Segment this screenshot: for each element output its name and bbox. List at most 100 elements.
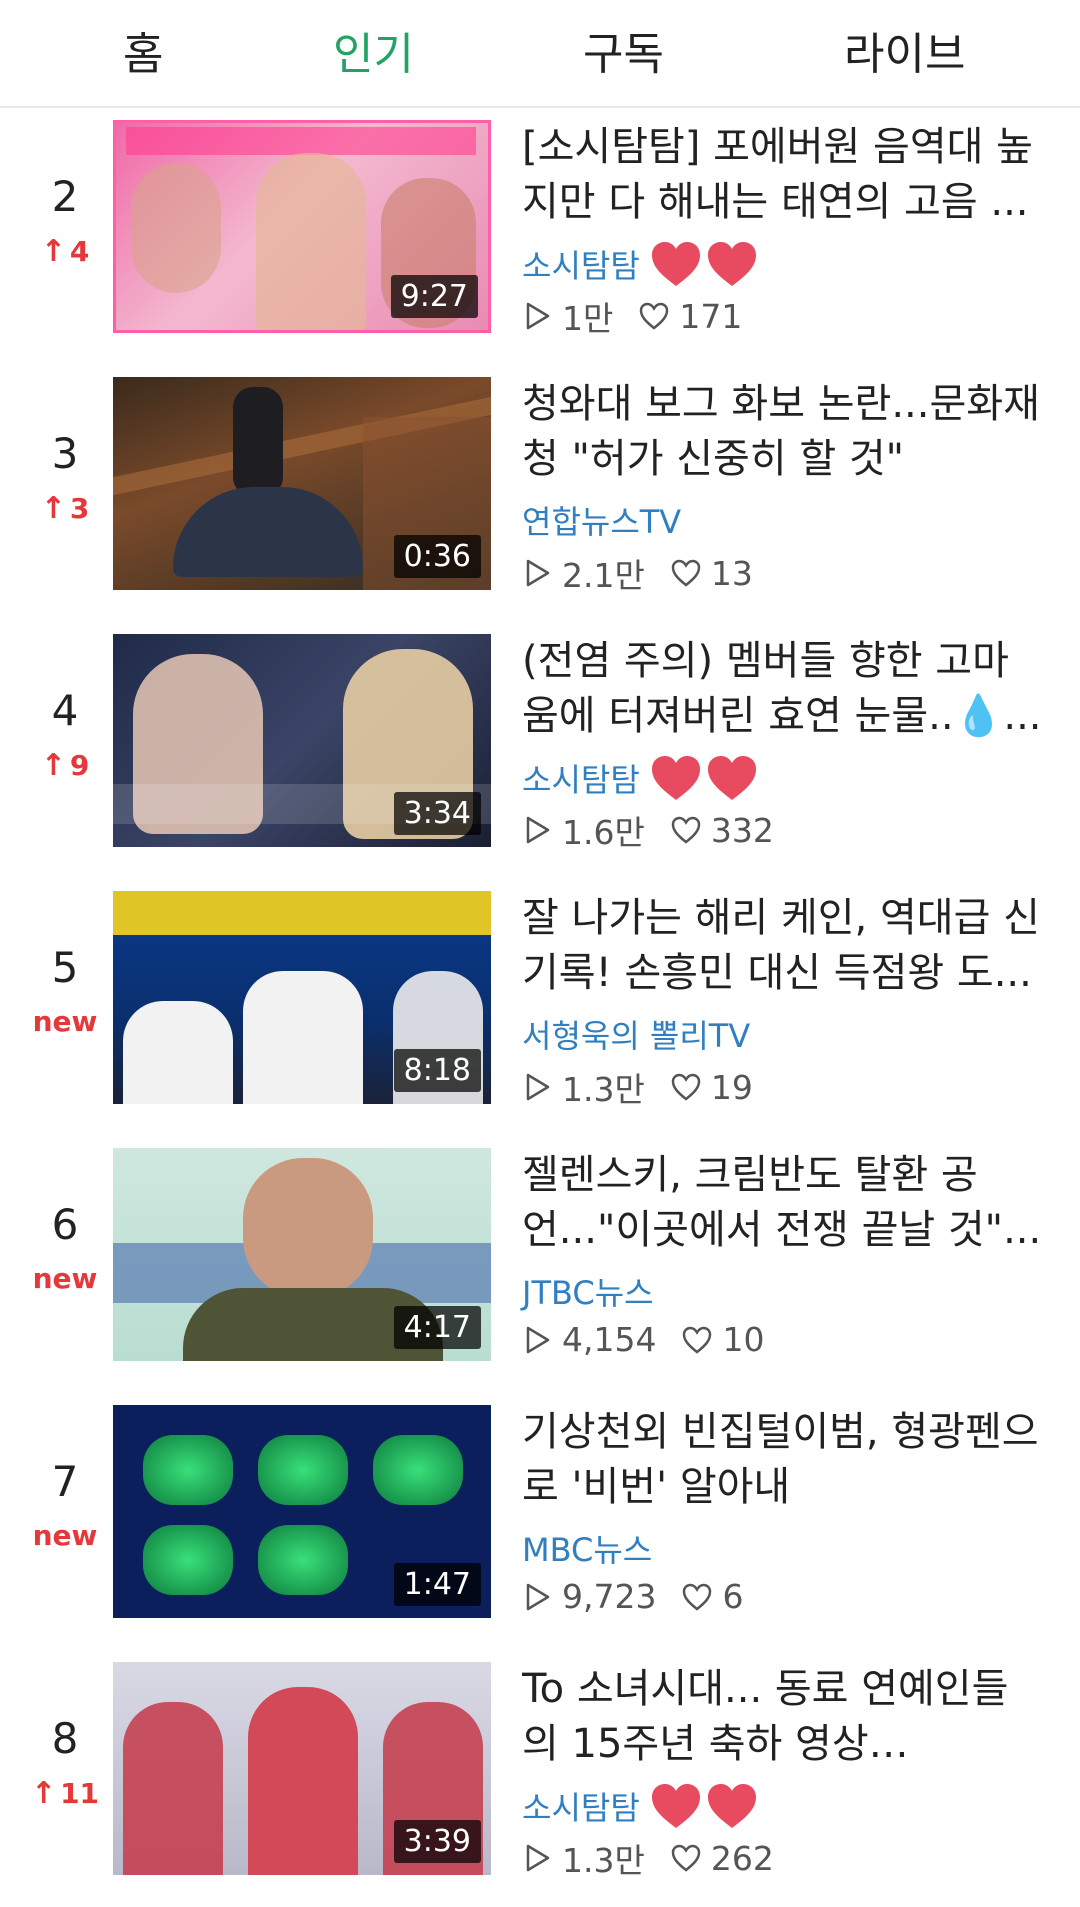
rank-change-value: new bbox=[32, 1262, 98, 1295]
video-thumbnail[interactable]: 3:34 bbox=[113, 634, 491, 847]
video-duration: 1:47 bbox=[393, 1563, 481, 1606]
heart-icon bbox=[651, 242, 700, 286]
heart-outline-icon bbox=[683, 1583, 712, 1611]
view-count: 1.3만 bbox=[562, 1841, 645, 1880]
video-title[interactable]: 잘 나가는 해리 케인, 역대급 신기록! 손흥민 대신 득점왕 도... bbox=[522, 891, 1042, 1001]
channel-name: 소시탐탐 bbox=[522, 247, 640, 285]
view-count: 1만 bbox=[562, 299, 614, 338]
view-count: 1.3만 bbox=[562, 1070, 645, 1109]
rank-change-value: new bbox=[32, 1005, 98, 1038]
video-row[interactable]: 7 new 1:47 기상천외 빈집털이범, 형광펜으로 '비번' 알아내 MB… bbox=[0, 1393, 1080, 1650]
video-thumbnail[interactable]: 3:39 bbox=[113, 1662, 491, 1875]
rank-change: ↑ 4 bbox=[0, 234, 130, 269]
rank-number: 4 bbox=[51, 686, 79, 735]
rank-change-value: 11 bbox=[60, 1777, 100, 1810]
rank-change: new bbox=[0, 1005, 130, 1038]
rank-up-arrow-icon: ↑ bbox=[40, 234, 66, 269]
play-icon bbox=[526, 1326, 550, 1353]
channel-name: 서형욱의 뽈리TV bbox=[522, 1017, 751, 1055]
rank-change: new bbox=[0, 1262, 130, 1295]
thumbnail-keypad-button bbox=[143, 1525, 233, 1595]
channel-name-row[interactable]: 소시탐탐 bbox=[522, 240, 758, 288]
hearts-emoji bbox=[650, 1782, 758, 1830]
video-row[interactable]: 2 ↑ 4 9:27 [소시탐탐] 포에버원 음역대 높지만 다 해내는 태연의 … bbox=[0, 108, 1080, 365]
channel-name: JTBC뉴스 bbox=[522, 1274, 654, 1312]
channel-name-row[interactable]: 소시탐탐 bbox=[522, 754, 758, 802]
like-count: 10 bbox=[722, 1320, 765, 1359]
tab-live[interactable]: 라이브 bbox=[844, 18, 965, 82]
view-count: 2.1만 bbox=[562, 556, 645, 595]
tab-home[interactable]: 홈 bbox=[123, 18, 163, 82]
channel-name-row[interactable]: 소시탐탐 bbox=[522, 1782, 758, 1830]
like-count: 332 bbox=[710, 810, 774, 850]
rank-up-arrow-icon: ↑ bbox=[40, 748, 66, 783]
like-count: 19 bbox=[710, 1067, 753, 1107]
channel-name: 소시탐탐 bbox=[522, 1789, 640, 1827]
video-thumbnail[interactable]: 1:47 bbox=[113, 1405, 491, 1618]
hearts-emoji bbox=[650, 240, 758, 288]
rank-number: 3 bbox=[51, 429, 79, 478]
video-duration: 3:39 bbox=[393, 1820, 481, 1863]
video-title[interactable]: 기상천외 빈집털이범, 형광펜으로 '비번' 알아내 bbox=[522, 1405, 1042, 1515]
video-row[interactable]: 4 ↑ 9 3:34 (전염 주의) 멤버들 향한 고마움에 터져버린 효연 눈물… bbox=[0, 622, 1080, 879]
video-thumbnail[interactable]: 9:27 bbox=[113, 120, 491, 333]
channel-name: 연합뉴스TV bbox=[522, 503, 682, 541]
video-row[interactable]: 6 new 4:17 젤렌스키, 크림반도 탈환 공언..."이곳에서 전쟁 끝… bbox=[0, 1136, 1080, 1393]
heart-outline-icon bbox=[671, 1073, 701, 1101]
video-duration: 9:27 bbox=[390, 275, 478, 318]
video-title[interactable]: (전염 주의) 멤버들 향한 고마움에 터져버린 효연 눈물..💧... bbox=[522, 634, 1042, 744]
thumbnail-figure bbox=[233, 387, 283, 497]
thumbnail-keypad-button bbox=[258, 1525, 348, 1595]
video-thumbnail[interactable]: 4:17 bbox=[113, 1148, 491, 1361]
heart-outline-icon bbox=[671, 816, 701, 844]
video-row[interactable]: 8 ↑ 11 3:39 To 소녀시대... 동료 연예인들의 15주년 축하 영… bbox=[0, 1650, 1080, 1907]
channel-name-row[interactable]: MBC뉴스 bbox=[522, 1525, 652, 1571]
thumbnail-player bbox=[123, 1001, 233, 1104]
tab-subscriptions[interactable]: 구독 bbox=[583, 18, 664, 82]
thumbnail-banner bbox=[126, 127, 476, 155]
video-thumbnail[interactable]: 8:18 bbox=[113, 891, 491, 1104]
heart-outline-icon bbox=[671, 1844, 701, 1872]
thumbnail-face bbox=[243, 1158, 373, 1298]
view-count: 4,154 bbox=[562, 1320, 657, 1359]
view-count: 9,723 bbox=[562, 1577, 657, 1616]
like-count: 13 bbox=[710, 553, 753, 593]
like-count: 6 bbox=[722, 1577, 744, 1616]
rank-change: ↑ 11 bbox=[0, 1776, 130, 1811]
channel-name-row[interactable]: 서형욱의 뽈리TV bbox=[522, 1011, 750, 1057]
rank-number: 6 bbox=[51, 1200, 79, 1249]
thumbnail-keypad-button bbox=[373, 1435, 463, 1505]
heart-icon bbox=[651, 756, 700, 800]
video-title[interactable]: 젤렌스키, 크림반도 탈환 공언..."이곳에서 전쟁 끝날 것"... bbox=[522, 1148, 1042, 1258]
video-duration: 4:17 bbox=[393, 1306, 481, 1349]
video-title[interactable]: To 소녀시대... 동료 연예인들의 15주년 축하 영상 (´•ᴗ•`)..… bbox=[522, 1662, 1042, 1772]
thumbnail-dress bbox=[173, 487, 363, 577]
heart-icon bbox=[707, 756, 756, 800]
tab-popular[interactable]: 인기 bbox=[333, 18, 414, 82]
channel-name: MBC뉴스 bbox=[522, 1531, 653, 1569]
rank-number: 7 bbox=[51, 1457, 79, 1506]
channel-name-row[interactable]: JTBC뉴스 bbox=[522, 1268, 654, 1314]
rank-number: 8 bbox=[51, 1714, 79, 1763]
video-title[interactable]: 청와대 보그 화보 논란...문화재청 "허가 신중히 할 것" bbox=[522, 377, 1042, 487]
video-row[interactable]: 3 ↑ 3 0:36 청와대 보그 화보 논란...문화재청 "허가 신중히 할 … bbox=[0, 365, 1080, 622]
heart-icon bbox=[707, 1784, 756, 1828]
rank-up-arrow-icon: ↑ bbox=[40, 491, 66, 526]
channel-name-row[interactable]: 연합뉴스TV bbox=[522, 497, 681, 543]
rank-change: new bbox=[0, 1519, 130, 1552]
rank-change-value: 4 bbox=[69, 235, 90, 268]
video-thumbnail[interactable]: 0:36 bbox=[113, 377, 491, 590]
video-duration: 0:36 bbox=[393, 535, 481, 578]
video-list: 2 ↑ 4 9:27 [소시탐탐] 포에버원 음역대 높지만 다 해내는 태연의 … bbox=[0, 108, 1080, 1907]
video-duration: 3:34 bbox=[393, 792, 481, 835]
thumbnail-figure bbox=[123, 1702, 223, 1875]
play-icon bbox=[526, 1073, 550, 1101]
video-title[interactable]: [소시탐탐] 포에버원 음역대 높지만 다 해내는 태연의 고음 ... bbox=[522, 120, 1042, 230]
video-row[interactable]: 5 new 8:18 잘 나가는 해리 케인, 역대급 신기록! 손흥민 대신 … bbox=[0, 879, 1080, 1136]
like-count: 171 bbox=[679, 296, 743, 336]
thumbnail-figure bbox=[131, 163, 221, 293]
video-stats: 1.3만 19 bbox=[522, 1063, 753, 1111]
thumbnail-player bbox=[243, 971, 363, 1104]
like-count: 262 bbox=[710, 1838, 774, 1878]
video-stats: 1.6만 332 bbox=[522, 806, 774, 854]
